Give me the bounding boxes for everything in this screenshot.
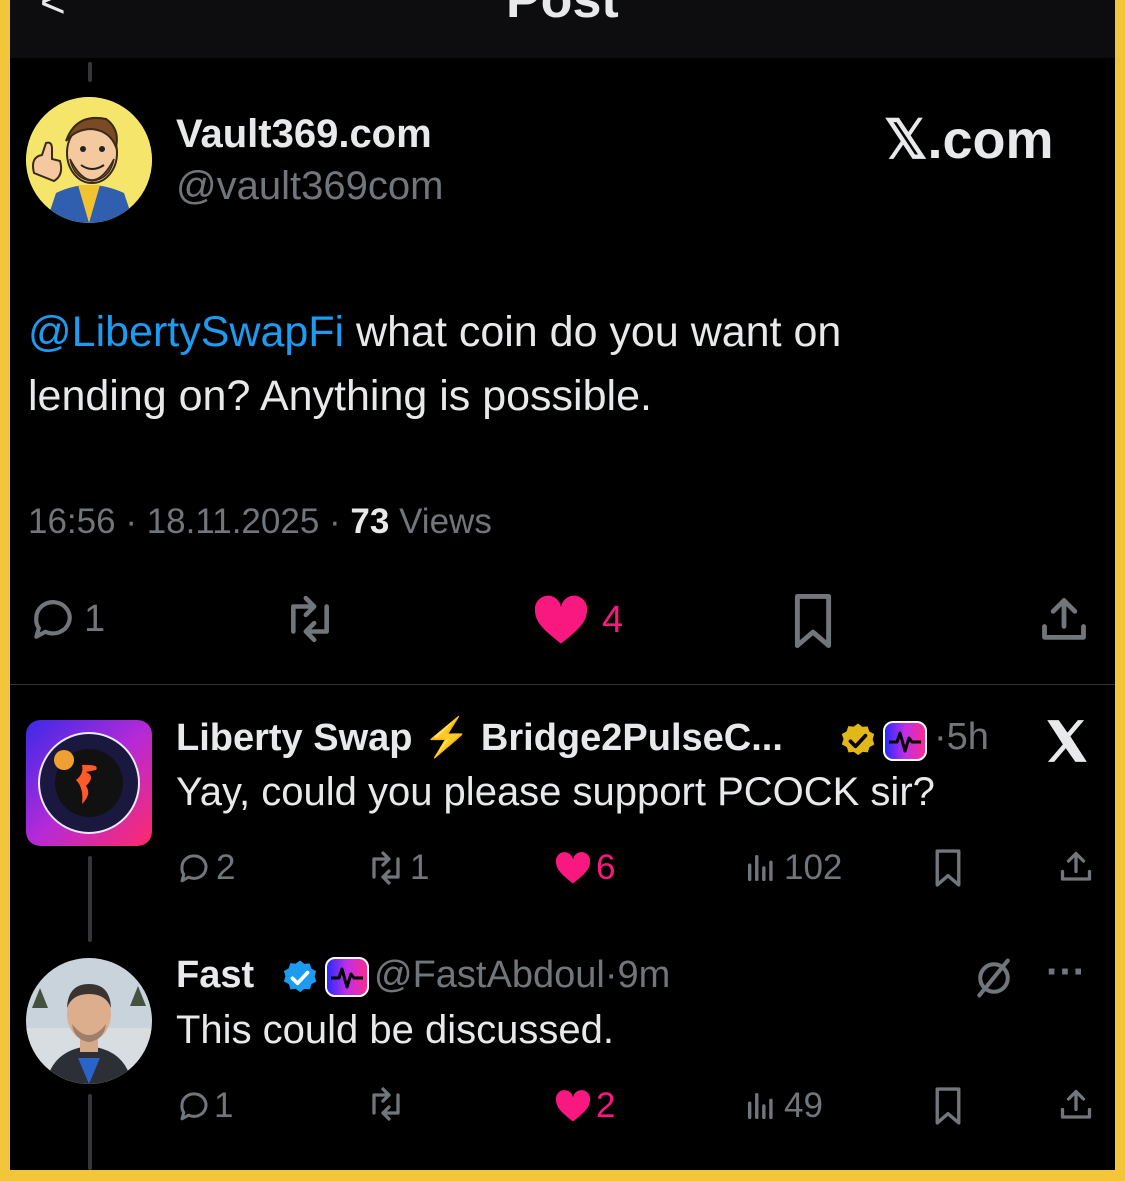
share-icon (1038, 594, 1090, 646)
vault-boy-avatar-image (26, 97, 152, 223)
reply1-bookmark-button[interactable] (932, 848, 964, 888)
page-title: Post (506, 0, 619, 29)
reply2-views-count: 49 (784, 1086, 823, 1125)
pulsechain-badge (324, 956, 370, 1003)
metadata-separator: · (329, 502, 341, 541)
x-logo-icon (1040, 716, 1092, 771)
back-button[interactable]: < (40, 0, 66, 28)
reply1-share-button[interactable] (1058, 848, 1094, 886)
bookmark-icon (932, 1086, 964, 1126)
pulsechain-badge-icon (325, 957, 369, 997)
reply-icon (28, 594, 78, 644)
views-icon (744, 850, 778, 886)
heart-icon (532, 594, 590, 646)
views-label: Views (399, 502, 492, 541)
share-icon (1058, 1086, 1094, 1124)
heart-icon (554, 851, 592, 885)
main-post-display-name[interactable]: Vault369.com (176, 112, 432, 157)
pulsechain-badge (882, 720, 928, 767)
pulsechain-badge-icon (883, 721, 927, 761)
liberty-swap-avatar[interactable] (26, 720, 152, 846)
reply1-reply-button[interactable]: 2 (176, 848, 235, 888)
reply1-time: ·5h (934, 716, 989, 759)
repost-icon (364, 1086, 408, 1122)
x-com-watermark: 𝕏.com (884, 110, 1054, 170)
main-reply-count: 1 (84, 597, 106, 640)
main-post-text: @LibertySwapFi what coin do you want on … (28, 300, 841, 428)
time-separator: · (934, 716, 947, 758)
divider (10, 684, 1115, 685)
blue-verified-badge (280, 958, 320, 1003)
reply-icon (176, 850, 212, 886)
post-date: 18.11.2025 (146, 502, 320, 541)
reply-icon (176, 1088, 212, 1124)
top-navigation-bar: < Post (10, 0, 1115, 58)
main-like-count: 4 (602, 598, 624, 641)
bookmark-icon (932, 848, 964, 888)
repost-icon (280, 594, 340, 644)
reply1-display-name[interactable]: Liberty Swap ⚡ Bridge2PulseC... (176, 716, 783, 760)
reply2-repost-button[interactable] (364, 1086, 408, 1122)
thread-line (88, 856, 92, 942)
reply1-like-button[interactable]: 6 (554, 848, 615, 888)
mention-link[interactable]: @LibertySwapFi (28, 308, 344, 356)
reply2-views-button[interactable]: 49 (744, 1086, 823, 1126)
reply2-time: 9m (617, 954, 671, 996)
reply2-bookmark-button[interactable] (932, 1086, 964, 1126)
reply1-like-count: 6 (596, 848, 616, 887)
reply2-handle-time: @FastAbdoul·9m (374, 954, 670, 997)
reply2-reply-count: 1 (214, 1086, 234, 1125)
views-icon (744, 1088, 778, 1124)
main-like-button[interactable]: 4 (532, 594, 623, 646)
fast-avatar-image (26, 958, 152, 1084)
reply1-reply-count: 2 (216, 848, 236, 887)
more-options-button[interactable]: ··· (1046, 950, 1086, 995)
main-bookmark-button[interactable] (790, 592, 836, 650)
main-repost-button[interactable] (280, 594, 340, 644)
reply2-handle[interactable]: @FastAbdoul (374, 954, 605, 996)
main-post-text-line2: lending on? Anything is possible. (28, 372, 652, 420)
repost-icon (364, 850, 408, 886)
reply2-display-name[interactable]: Fast (176, 954, 254, 997)
time-separator: · (604, 954, 618, 996)
reply1-repost-count: 1 (410, 848, 430, 887)
gold-verified-icon (841, 723, 875, 756)
blue-verified-icon (283, 960, 317, 993)
reply1-repost-button[interactable]: 1 (364, 848, 429, 888)
share-icon (1058, 848, 1094, 886)
reply2-share-button[interactable] (1058, 1086, 1094, 1124)
reply1-views-button[interactable]: 102 (744, 848, 842, 888)
grok-icon[interactable] (970, 956, 1018, 1005)
main-reply-button[interactable]: 1 (28, 594, 105, 644)
post-time: 16:56 (28, 502, 116, 541)
thread-line (88, 62, 92, 82)
gold-verified-badge (838, 721, 878, 766)
thread-line (88, 1094, 92, 1170)
main-post-text-line1: what coin do you want on (344, 308, 842, 356)
liberty-swap-avatar-image (26, 720, 152, 846)
metadata-separator: · (125, 502, 137, 541)
main-share-button[interactable] (1038, 594, 1090, 646)
views-count[interactable]: 73 (350, 502, 389, 541)
main-post-handle[interactable]: @vault369com (176, 164, 443, 209)
heart-icon (554, 1089, 592, 1123)
reply1-time-value: 5h (946, 716, 989, 758)
reply1-views-count: 102 (784, 848, 843, 887)
reply2-like-count: 2 (596, 1086, 616, 1125)
reply2-reply-button[interactable]: 1 (176, 1086, 233, 1126)
reply1-text: Yay, could you please support PCOCK sir? (176, 770, 935, 814)
bookmark-icon (790, 592, 836, 650)
reply2-like-button[interactable]: 2 (554, 1086, 615, 1126)
fast-avatar[interactable] (26, 958, 152, 1084)
reply2-text: This could be discussed. (176, 1008, 615, 1052)
post-metadata: 16:56 · 18.11.2025 · 73 Views (28, 502, 492, 542)
vault369-avatar[interactable] (26, 97, 152, 223)
post-screen: < Post Vault369.com @vault369com 𝕏.com @… (10, 0, 1115, 1170)
